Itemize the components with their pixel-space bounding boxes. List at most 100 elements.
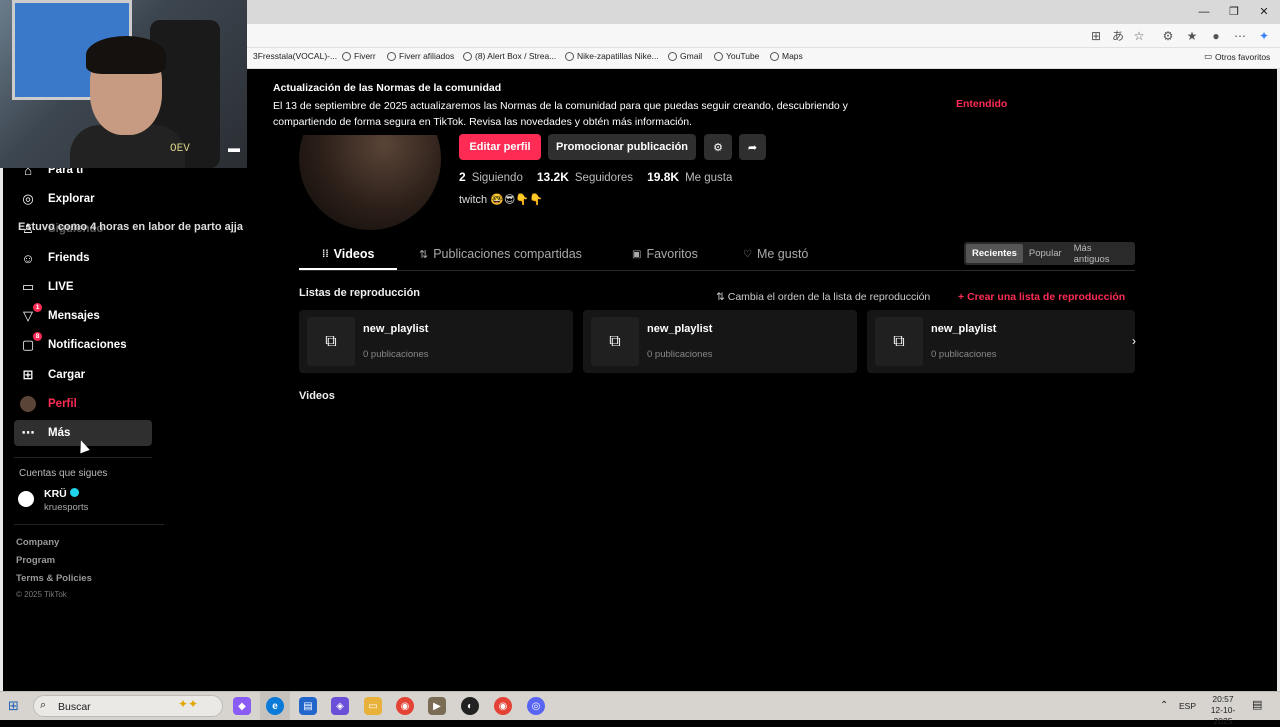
divider [14, 524, 164, 525]
tab-liked[interactable]: ♡ Me gustó [743, 247, 808, 261]
bookmark-item[interactable]: Fiverr afiliados [387, 51, 454, 61]
repost-icon: ⇅ [419, 248, 429, 261]
stream-caption: Estuvo como 4 horas en labor de parto aj… [18, 221, 243, 233]
following-label[interactable]: Siguiendo [472, 172, 523, 184]
chevron-right-icon[interactable]: › [1124, 331, 1144, 351]
sort-oldest[interactable]: Más antiguos [1068, 243, 1133, 265]
bookmark-item[interactable]: Fiverr [342, 51, 376, 61]
active-tab-indicator [299, 268, 397, 270]
settings-icon[interactable]: ⚙ [704, 134, 732, 160]
globe-icon [668, 51, 677, 61]
webcam-person-hair [86, 36, 166, 74]
favorites-icon[interactable]: ★ [1184, 28, 1200, 44]
copyright: © 2025 TikTok [16, 590, 67, 599]
chrome-app-icon[interactable]: ◉ [396, 697, 414, 715]
account-handle: kruesports [44, 502, 89, 513]
edge-app-icon[interactable]: e [266, 697, 284, 715]
file-explorer-icon[interactable]: ▭ [364, 697, 382, 715]
followers-label[interactable]: Seguidores [575, 172, 633, 184]
bookmark-item[interactable]: Nike-zapatillas Nike... [565, 51, 659, 61]
close-icon[interactable]: ✕ [1254, 4, 1274, 20]
chevron-up-icon[interactable]: ⌃ [1160, 700, 1168, 711]
playlist-count: 0 publicaciones [363, 349, 429, 360]
copilot-app-icon[interactable]: ◆ [233, 697, 251, 715]
app-icon[interactable]: ▶ [428, 697, 446, 715]
bookmark-item[interactable]: 3Fresstala(VOCAL)-... [253, 51, 337, 61]
videos-section-title: Videos [299, 390, 335, 402]
reorder-playlists-button[interactable]: ⇅ Cambia el orden de la lista de reprodu… [716, 291, 930, 303]
tab-shared-posts[interactable]: ⇅ Publicaciones compartidas [419, 247, 582, 261]
app-icon[interactable]: ⊞ [1088, 28, 1104, 44]
live-icon: ▭ [21, 279, 35, 294]
star-icon[interactable]: ☆ [1131, 28, 1147, 44]
profile-icon[interactable]: ● [1208, 28, 1224, 44]
likes-count: 19.8K [647, 170, 680, 184]
taskbar-search-label: Buscar [58, 701, 91, 713]
sort-recent[interactable]: Recientes [966, 244, 1023, 263]
plus-icon: + [958, 291, 965, 303]
extension-icon[interactable]: ⚙ [1160, 28, 1176, 44]
windows-start-icon[interactable]: ⊞ [8, 698, 19, 714]
discord-app-icon[interactable]: ◎ [527, 697, 545, 715]
create-playlist-button[interactable]: + Crear una lista de reproducción [958, 291, 1125, 303]
sidebar-item-friends[interactable]: ☺ Friends [14, 245, 152, 271]
banner-body: El 13 de septiembre de 2025 actualizarem… [273, 100, 848, 128]
sidebar-item-cargar[interactable]: ⊞ Cargar [14, 362, 152, 388]
playlist-card[interactable]: ⧉ new_playlist 0 publicaciones [583, 310, 857, 373]
following-account[interactable]: KRÜ kruesports [18, 488, 168, 516]
bookmark-item[interactable]: YouTube [714, 51, 759, 61]
playlist-icon: ⧉ [307, 317, 355, 366]
heart-icon: ♡ [743, 248, 752, 260]
playlist-card[interactable]: ⧉ new_playlist 0 publicaciones [867, 310, 1135, 373]
sidebar-item-notificaciones[interactable]: ▢ 8 Notificaciones [14, 332, 152, 358]
copilot-icon[interactable]: ✦ [1256, 28, 1272, 44]
store-app-icon[interactable]: ▤ [299, 697, 317, 715]
clock-date: 12-10-2025 [1210, 705, 1236, 726]
footer-link-terms[interactable]: Terms & Policies [16, 573, 92, 584]
sidebar-item-explorar[interactable]: ◎ Explorar [14, 186, 152, 212]
language-indicator[interactable]: ESP [1179, 701, 1196, 711]
sidebar-item-live[interactable]: ▭ LIVE [14, 274, 152, 300]
clock-time: 20:57 [1212, 694, 1234, 704]
other-favorites[interactable]: ▭ Otros favoritos [1204, 51, 1270, 62]
account-name: KRÜ [44, 488, 79, 500]
sidebar-item-mensajes[interactable]: ▽ 1 Mensajes [14, 303, 152, 329]
footer-link-program[interactable]: Program [16, 555, 55, 566]
bookmark-item[interactable]: Maps [770, 51, 803, 61]
edit-profile-button[interactable]: Editar perfil [459, 134, 541, 160]
clock[interactable]: 20:57 12-10-2025 [1203, 694, 1243, 727]
obs-app-icon[interactable]: ◐ [461, 697, 479, 715]
translate-icon[interactable]: あ [1110, 28, 1126, 44]
tab-divider [299, 270, 1135, 271]
app-icon[interactable]: ◈ [331, 697, 349, 715]
tab-favorites[interactable]: ▣ Favoritos [632, 247, 698, 261]
webcam-overlay-text: OEV [170, 143, 190, 155]
promote-post-button[interactable]: Promocionar publicación [548, 134, 696, 160]
bookmark-icon: ▣ [632, 248, 642, 260]
minimize-icon[interactable]: — [1194, 4, 1214, 20]
sidebar-item-perfil[interactable]: Perfil [14, 391, 152, 417]
notifications-icon: ▢ 8 [20, 332, 42, 353]
tab-videos[interactable]: ⁞⁞ Videos [322, 247, 374, 261]
chrome-profile-app-icon[interactable]: ◉ [494, 697, 512, 715]
share-icon[interactable]: ➦ [739, 134, 766, 160]
bookmark-item[interactable]: (8) Alert Box / Strea... [463, 51, 556, 61]
account-avatar [18, 491, 34, 507]
restore-icon[interactable]: ❐ [1224, 4, 1244, 20]
notification-center-icon[interactable]: ▤ [1252, 698, 1262, 711]
globe-icon [770, 51, 779, 61]
sort-popular[interactable]: Popular [1023, 244, 1068, 263]
avatar-icon [20, 396, 36, 412]
globe-icon [387, 51, 396, 61]
menu-icon[interactable]: ⋯ [1232, 28, 1248, 44]
footer-link-company[interactable]: Company [16, 537, 59, 548]
upload-icon: ⊞ [22, 367, 34, 382]
following-title: Cuentas que sigues [19, 468, 108, 479]
banner-dismiss-button[interactable]: Entendido [956, 98, 1007, 110]
globe-icon [565, 51, 574, 61]
bookmark-item[interactable]: Gmail [668, 51, 702, 61]
playlist-name: new_playlist [363, 323, 429, 335]
notification-badge: 1 [33, 303, 42, 312]
playlist-card[interactable]: ⧉ new_playlist 0 publicaciones [299, 310, 573, 373]
controller-icon: ▬ [228, 141, 240, 155]
